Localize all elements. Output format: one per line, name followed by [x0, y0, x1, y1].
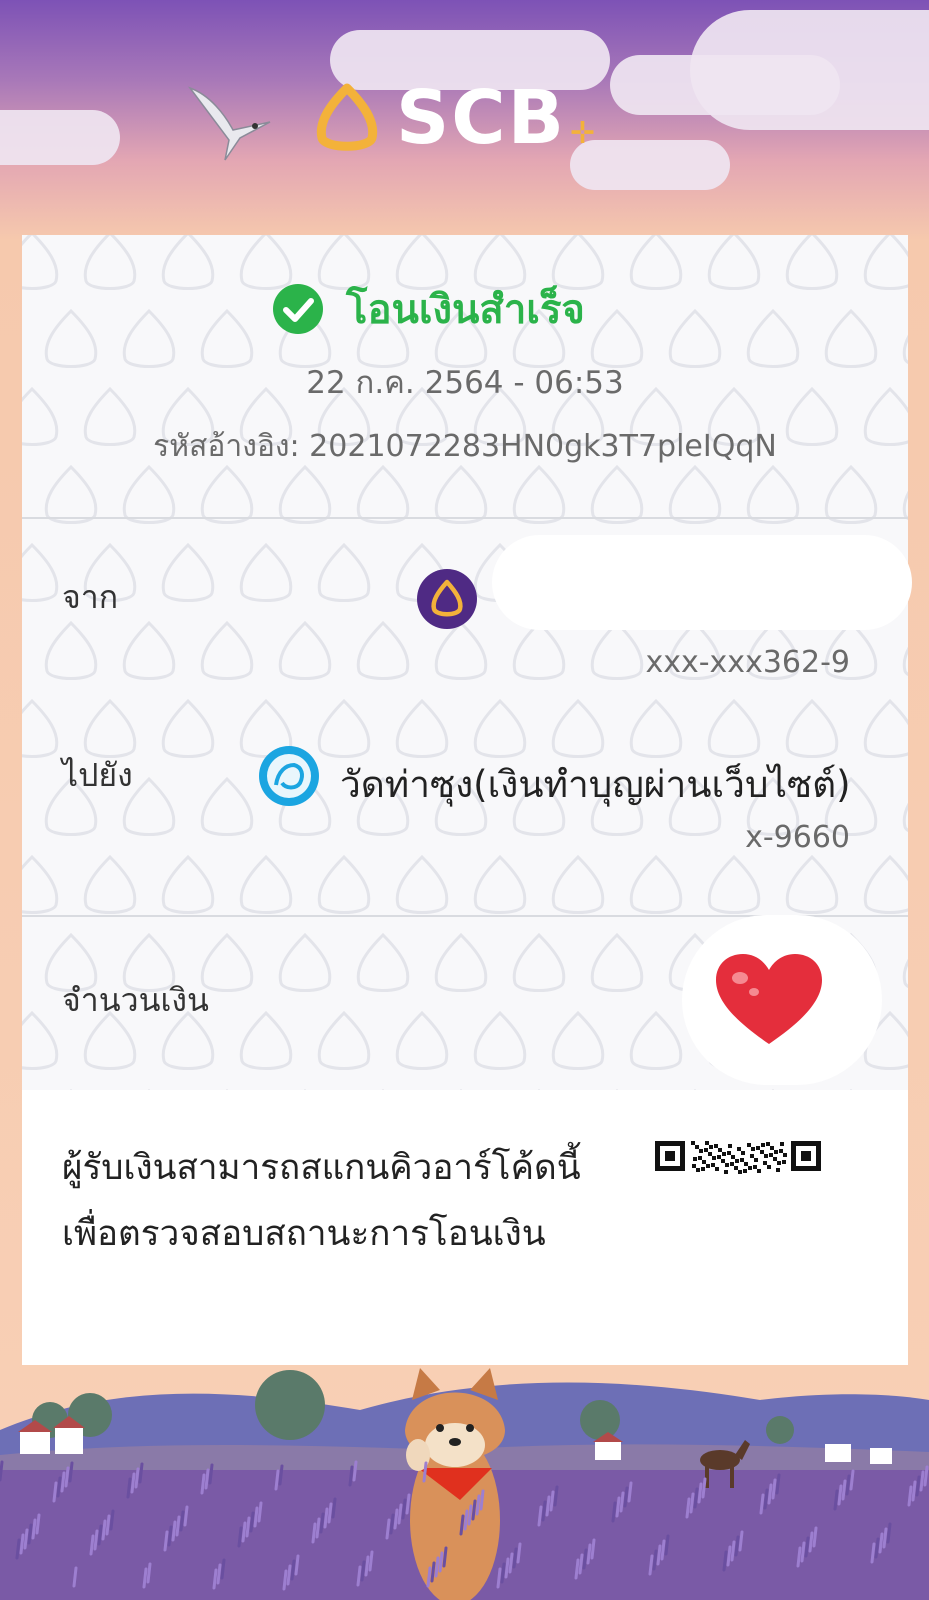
scb-logo-icon — [417, 569, 477, 629]
scb-logo-icon — [316, 83, 378, 151]
brand-name: SCB — [396, 75, 567, 161]
qr-instruction-line2: เพื่อตรวจสอบสถานะการโอนเงิน — [62, 1214, 546, 1254]
heart-icon — [716, 954, 822, 1044]
sparkle-icon: ✛ — [570, 115, 596, 151]
cloud — [0, 110, 120, 165]
from-account: xxx-xxx362-9 — [645, 645, 850, 680]
from-label: จาก — [62, 578, 119, 616]
scb-logo: SCB ✛ — [312, 75, 596, 161]
lavender-field-scene — [0, 1368, 929, 1600]
to-label: ไปยัง — [62, 756, 133, 794]
to-account: x-9660 — [745, 820, 850, 855]
transaction-datetime: 22 ก.ค. 2564 - 06:53 — [306, 365, 624, 401]
receipt-card: โอนเงินสำเร็จ 22 ก.ค. 2564 - 06:53 รหัสอ… — [22, 235, 912, 1365]
divider — [22, 517, 908, 519]
qr-code[interactable] — [655, 1137, 821, 1177]
cloud — [690, 10, 929, 130]
redacted-area — [492, 535, 912, 630]
transfer-status: โอนเงินสำเร็จ — [346, 287, 585, 333]
recipient-name: วัดท่าซุง(เงินทำบุญผ่านเว็บไซต์) — [340, 763, 851, 806]
check-icon — [273, 284, 323, 334]
qr-instruction: ผู้รับเงินสามารถสแกนคิวอาร์โค้ดนี้ เพื่อ… — [62, 1135, 581, 1267]
reference-number: รหัสอ้างอิง: 2021072283HN0gk3T7pleIQqN — [153, 429, 777, 464]
status-row: โอนเงินสำเร็จ — [272, 277, 585, 341]
bird-icon — [187, 86, 271, 161]
header: SCB ✛ — [0, 0, 929, 230]
qr-instruction-line1: ผู้รับเงินสามารถสแกนคิวอาร์โค้ดนี้ — [62, 1148, 581, 1188]
amount-label: จำนวนเงิน — [62, 981, 209, 1019]
ktb-logo-icon — [259, 746, 319, 806]
